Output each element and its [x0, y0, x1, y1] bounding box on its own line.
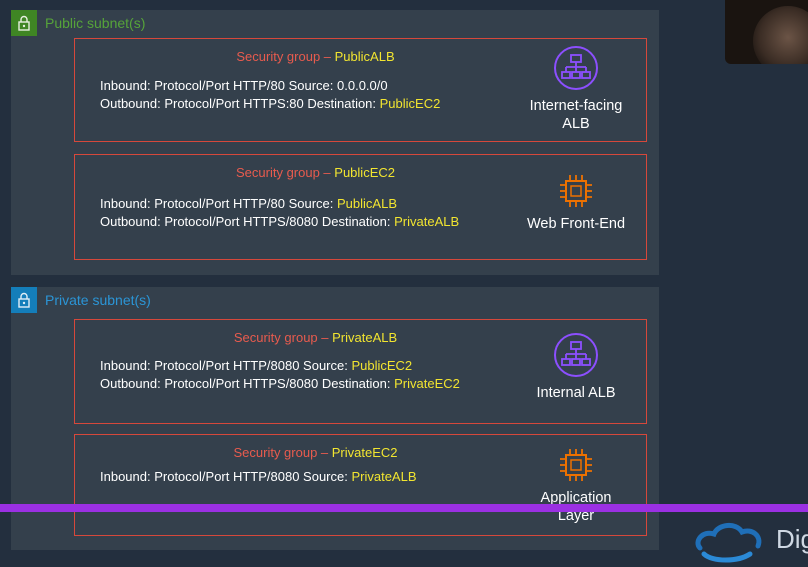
load-balancer-icon — [554, 333, 598, 377]
overlay-bar — [0, 504, 808, 512]
inbound-source: PublicALB — [337, 196, 397, 211]
service-label-line1: Internal ALB — [536, 385, 616, 401]
sg-title-prefix: Security group – — [236, 165, 335, 180]
sg-title: Security group – PublicALB — [75, 49, 556, 64]
inbound-rule: Inbound: Protocol/Port HTTP/80 Source: P… — [100, 196, 397, 211]
private-subnet-header: Private subnet(s) — [11, 287, 151, 313]
inbound-rule-text: Inbound: Protocol/Port HTTP/8080 Source: — [100, 358, 352, 373]
sg-title-prefix: Security group – — [236, 49, 335, 64]
security-group-private-alb: Security group – PrivateALB Inbound: Pro… — [74, 319, 647, 424]
inbound-rule-text: Inbound: Protocol/Port HTTP/80 Source: — [100, 196, 338, 211]
service-application-layer: Application Layer — [506, 447, 646, 525]
outbound-rule: Outbound: Protocol/Port HTTPS:80 Destina… — [100, 96, 440, 111]
sg-title: Security group – PublicEC2 — [75, 165, 556, 180]
service-web-front-end: Web Front-End — [506, 173, 646, 233]
sg-title-prefix: Security group – — [233, 330, 333, 345]
logo-text: Dig — [776, 524, 808, 554]
inbound-rule-text: Inbound: Protocol/Port HTTP/8080 Source: — [100, 469, 352, 484]
private-subnet-title: Private subnet(s) — [45, 292, 151, 308]
outbound-target: PublicEC2 — [379, 96, 441, 111]
public-subnet-title: Public subnet(s) — [45, 15, 146, 31]
ec2-chip-icon — [560, 449, 592, 481]
inbound-rule: Inbound: Protocol/Port HTTP/8080 Source:… — [100, 469, 417, 484]
outbound-rule-text: Outbound: Protocol/Port HTTPS:80 Destina… — [100, 96, 380, 111]
sg-title: Security group – PrivateEC2 — [75, 445, 556, 460]
service-label-line2: ALB — [562, 116, 590, 132]
service-internal-alb: Internal ALB — [506, 332, 646, 402]
outbound-rule: Outbound: Protocol/Port HTTPS/8080 Desti… — [100, 214, 459, 229]
sg-title: Security group – PrivateALB — [75, 330, 556, 345]
security-group-public-ec2: Security group – PublicEC2 Inbound: Prot… — [74, 154, 647, 260]
lock-icon — [11, 287, 37, 313]
service-label-line1: Internet-facing — [529, 98, 623, 114]
ec2-chip-icon — [560, 175, 592, 207]
sg-name: PublicEC2 — [334, 165, 395, 180]
security-group-public-alb: Security group – PublicALB Inbound: Prot… — [74, 38, 647, 142]
inbound-source: PrivateALB — [351, 469, 417, 484]
service-internet-facing-alb: Internet-facing ALB — [506, 45, 646, 133]
service-label-line1: Web Front-End — [526, 216, 626, 232]
presenter-video — [753, 6, 808, 64]
inbound-rule: Inbound: Protocol/Port HTTP/8080 Source:… — [100, 358, 412, 373]
sg-title-prefix: Security group – — [233, 445, 332, 460]
webcam-overlay — [725, 0, 808, 64]
cloud-logo-icon — [695, 523, 762, 563]
security-group-private-ec2: Security group – PrivateEC2 Inbound: Pro… — [74, 434, 647, 536]
outbound-target: PrivateALB — [394, 214, 460, 229]
sg-name: PublicALB — [334, 49, 395, 64]
load-balancer-icon — [554, 46, 598, 90]
sg-name: PrivateALB — [332, 330, 398, 345]
public-subnet-panel: Public subnet(s) Security group – Public… — [11, 10, 659, 275]
outbound-rule-text: Outbound: Protocol/Port HTTPS/8080 Desti… — [100, 376, 395, 391]
lock-icon — [11, 10, 37, 36]
public-subnet-header: Public subnet(s) — [11, 10, 145, 36]
inbound-rule: Inbound: Protocol/Port HTTP/80 Source: 0… — [100, 78, 388, 93]
outbound-target: PrivateEC2 — [394, 376, 460, 391]
sg-name: PrivateEC2 — [331, 445, 398, 460]
outbound-rule: Outbound: Protocol/Port HTTPS/8080 Desti… — [100, 376, 460, 391]
outbound-rule-text: Outbound: Protocol/Port HTTPS/8080 Desti… — [100, 214, 395, 229]
inbound-source: PublicEC2 — [351, 358, 413, 373]
